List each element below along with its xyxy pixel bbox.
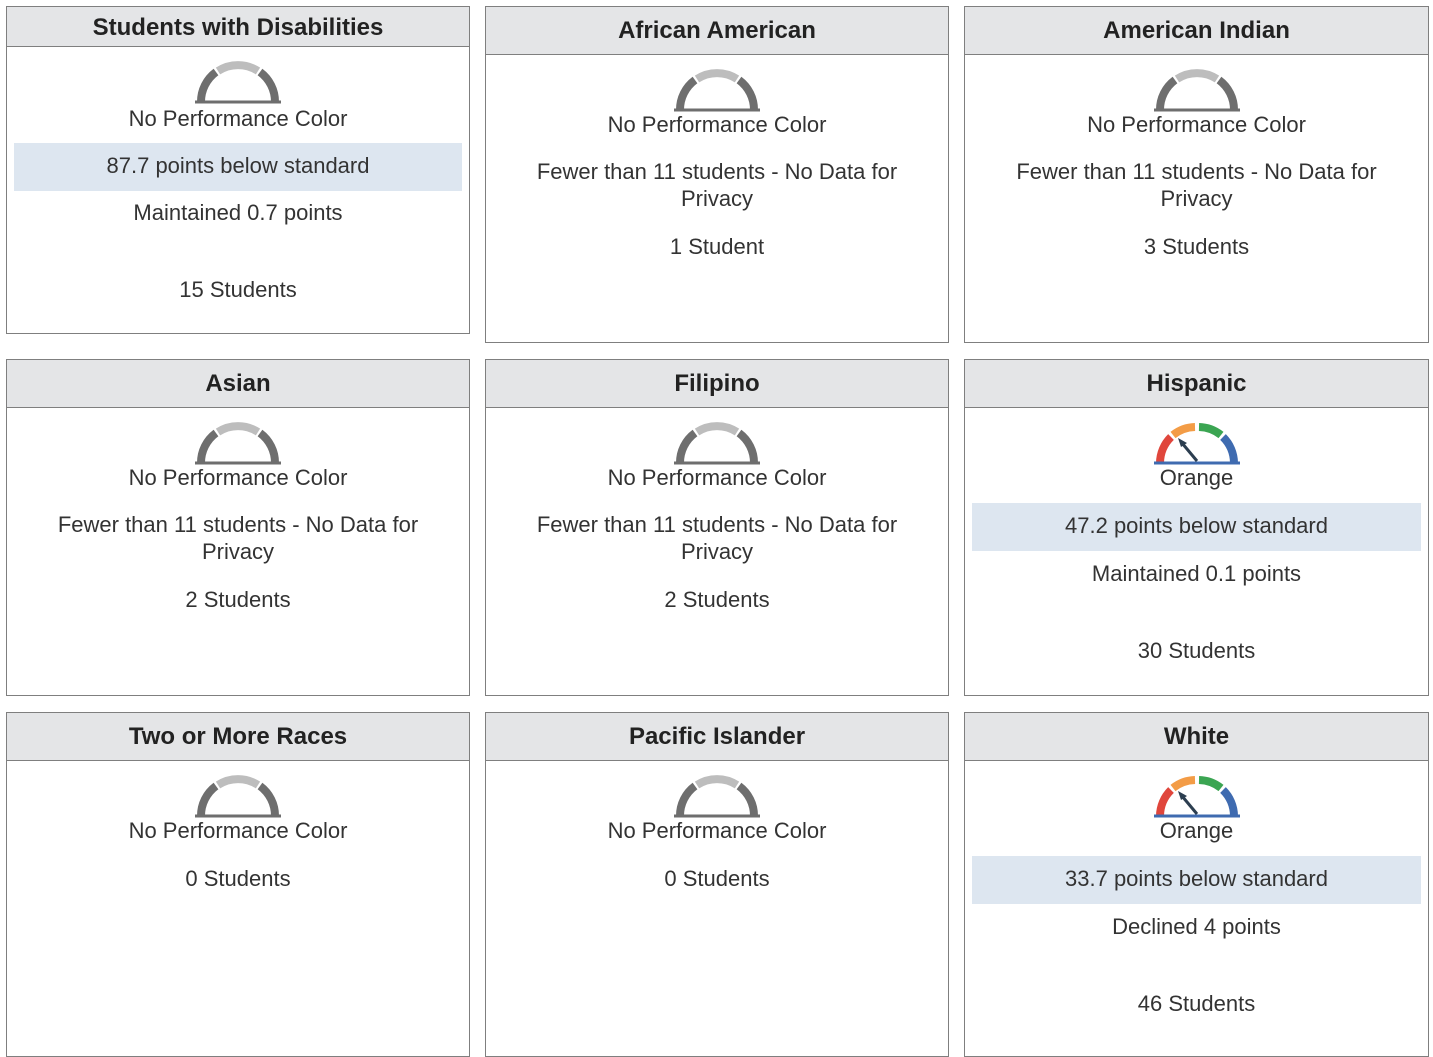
- student-group-card-students-with-disabilities: Students with Disabilities No Performanc…: [6, 6, 470, 334]
- privacy-notice: Fewer than 11 students - No Data for Pri…: [57, 512, 419, 564]
- status-band: 87.7 points below standard: [14, 143, 462, 191]
- card-title: American Indian: [965, 7, 1428, 55]
- grey-gauge-icon: [195, 422, 281, 465]
- student-group-card-asian: Asian No Performance Color Fewer than 11…: [6, 359, 470, 696]
- card-title: African American: [486, 7, 948, 55]
- card-title: Two or More Races: [7, 713, 469, 761]
- performance-color-label: Orange: [1159, 465, 1234, 490]
- change-text: Maintained 0.7 points: [133, 200, 343, 225]
- student-group-card-filipino: Filipino No Performance Color Fewer than…: [485, 359, 949, 696]
- card-title: White: [965, 713, 1428, 761]
- privacy-notice: Fewer than 11 students - No Data for Pri…: [536, 512, 898, 564]
- grey-gauge-icon: [1153, 69, 1240, 112]
- card-title: Hispanic: [965, 360, 1428, 408]
- student-count: 0 Students: [664, 866, 770, 891]
- student-count: 0 Students: [185, 866, 291, 891]
- student-count: 30 Students: [1137, 638, 1256, 663]
- privacy-notice: Fewer than 11 students - No Data for Pri…: [536, 159, 898, 211]
- performance-color-label: No Performance Color: [607, 112, 827, 137]
- student-count: 1 Student: [669, 234, 765, 259]
- orange-gauge-icon: [1153, 423, 1240, 465]
- student-count: 46 Students: [1137, 991, 1256, 1016]
- card-title: Pacific Islander: [486, 713, 948, 761]
- student-group-card-american-indian: American Indian No Performance Color Few…: [964, 6, 1429, 343]
- student-count: 2 Students: [664, 587, 770, 612]
- orange-gauge-icon: [1153, 776, 1240, 818]
- status-band: 47.2 points below standard: [972, 503, 1421, 551]
- grey-gauge-icon: [195, 61, 281, 104]
- grey-gauge-icon: [674, 422, 760, 465]
- performance-color-label: No Performance Color: [607, 818, 827, 843]
- performance-color-label: No Performance Color: [128, 106, 348, 131]
- grey-gauge-icon: [674, 69, 760, 112]
- student-group-card-white: White Orange 33.7 points below standard …: [964, 712, 1429, 1057]
- grey-gauge-icon: [195, 775, 281, 818]
- student-group-card-two-or-more-races: Two or More Races No Performance Color 0…: [6, 712, 470, 1057]
- performance-color-label: Orange: [1159, 818, 1234, 843]
- privacy-notice: Fewer than 11 students - No Data for Pri…: [1016, 159, 1377, 211]
- status-band: 33.7 points below standard: [972, 856, 1421, 904]
- performance-color-label: No Performance Color: [128, 818, 348, 843]
- student-count: 15 Students: [179, 277, 297, 302]
- card-title: Students with Disabilities: [7, 7, 469, 47]
- performance-color-label: No Performance Color: [1087, 112, 1306, 137]
- student-group-card-african-american: African American No Performance Color Fe…: [485, 6, 949, 343]
- card-title: Filipino: [486, 360, 948, 408]
- card-title: Asian: [7, 360, 469, 408]
- performance-color-label: No Performance Color: [128, 465, 348, 490]
- performance-color-label: No Performance Color: [607, 465, 827, 490]
- student-group-card-hispanic: Hispanic Orange 47.2 points below standa…: [964, 359, 1429, 696]
- student-count: 2 Students: [185, 587, 291, 612]
- change-text: Maintained 0.1 points: [1091, 561, 1302, 586]
- change-text: Declined 4 points: [1112, 914, 1281, 939]
- student-count: 3 Students: [1143, 234, 1250, 259]
- grey-gauge-icon: [674, 775, 760, 818]
- student-group-card-pacific-islander: Pacific Islander No Performance Color 0 …: [485, 712, 949, 1057]
